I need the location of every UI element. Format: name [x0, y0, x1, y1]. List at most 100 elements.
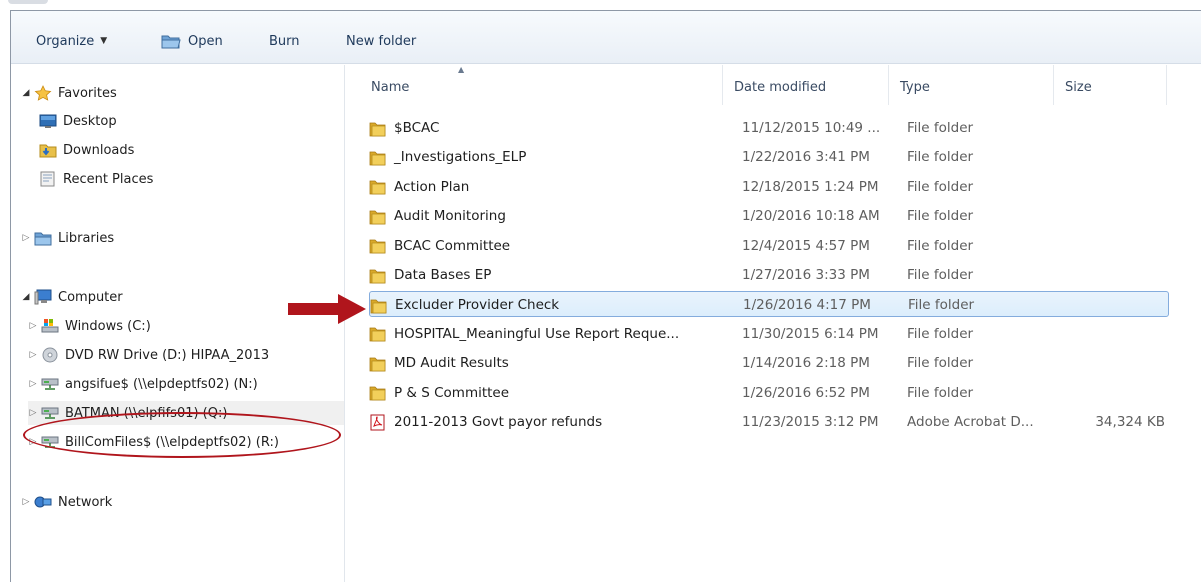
file-size	[1059, 115, 1165, 141]
network-icon	[34, 494, 52, 510]
file-size	[1059, 233, 1165, 259]
nav-network-label: Network	[58, 494, 113, 510]
nav-libraries[interactable]: ▷ Libraries	[21, 226, 114, 250]
network-drive-icon	[41, 376, 59, 392]
organize-label: Organize	[36, 33, 95, 49]
new-folder-button[interactable]: New folder	[346, 30, 416, 52]
column-header-name-label: Name	[371, 79, 410, 95]
nav-item-downloads[interactable]: Downloads	[39, 138, 134, 162]
collapsed-arrow-icon[interactable]: ▷	[28, 408, 38, 418]
nav-computer-label: Computer	[58, 289, 123, 305]
file-date: 1/22/2016 3:41 PM	[742, 149, 870, 166]
file-type: File folder	[907, 120, 974, 136]
dvd-drive-icon	[41, 347, 59, 363]
explorer-window: Organize ▼ Open Burn New folder ◢ Favori…	[10, 10, 1201, 582]
column-header-size[interactable]: Size	[1065, 75, 1092, 99]
file-name-cell: HOSPITAL_Meaningful Use Report Reque...	[369, 321, 679, 347]
table-row[interactable]: BCAC Committee 12/4/2015 4:57 PM File fold…	[369, 233, 1169, 259]
nav-item-dvd-drive[interactable]: ▷ DVD RW Drive (D:) HIPAA_2013	[28, 343, 269, 367]
table-row[interactable]: P & S Committee 1/26/2016 6:52 PM File fol…	[369, 380, 1169, 406]
chevron-down-icon: ▼	[100, 36, 108, 46]
folder-icon	[369, 384, 386, 401]
table-row[interactable]: MD Audit Results 1/14/2016 2:18 PM File fo…	[369, 350, 1169, 376]
nav-network[interactable]: ▷ Network	[21, 490, 113, 514]
file-name-cell: Action Plan	[369, 174, 469, 200]
file-name: 2011-2013 Govt payor refunds	[394, 414, 603, 430]
expanded-arrow-icon[interactable]: ◢	[21, 292, 31, 302]
table-row[interactable]: Audit Monitoring 1/20/2016 10:18 AM File f…	[369, 203, 1169, 229]
folder-icon	[369, 267, 386, 284]
open-button[interactable]: Open	[161, 30, 223, 52]
file-date: 1/20/2016 10:18 AM	[742, 208, 880, 225]
expanded-arrow-icon[interactable]: ◢	[21, 88, 31, 98]
table-row[interactable]: Excluder Provider Check 1/26/2016 4:17 PM…	[369, 291, 1169, 318]
table-row[interactable]: Data Bases EP 1/27/2016 3:33 PM File folde…	[369, 262, 1169, 288]
computer-icon	[34, 289, 52, 305]
table-row[interactable]: $BCAC 11/12/2015 10:49 ... File folder	[369, 115, 1169, 141]
downloads-icon	[39, 142, 57, 158]
recent-places-icon	[39, 171, 57, 187]
table-row[interactable]: 2011-2013 Govt payor refunds 11/23/2015 3…	[369, 409, 1169, 435]
file-name: Action Plan	[394, 178, 470, 195]
collapsed-arrow-icon[interactable]: ▷	[21, 233, 31, 243]
column-header-date[interactable]: Date modified	[734, 75, 826, 99]
command-bar: Organize ▼ Open Burn New folder	[11, 11, 1201, 64]
nav-favorites[interactable]: ◢ Favorites	[21, 81, 117, 105]
column-header-size-label: Size	[1065, 79, 1092, 95]
file-date: 12/18/2015 1:24 PM	[742, 178, 879, 195]
file-date: 1/26/2016 6:52 PM	[742, 384, 870, 401]
libraries-icon	[34, 230, 52, 246]
folder-icon	[369, 178, 386, 195]
nav-item-label: Windows (C:)	[65, 318, 151, 334]
table-row[interactable]: HOSPITAL_Meaningful Use Report Reque... 1…	[369, 321, 1169, 347]
collapsed-arrow-icon[interactable]: ▷	[28, 379, 38, 389]
nav-libraries-label: Libraries	[58, 230, 115, 246]
pdf-icon	[369, 414, 386, 431]
nav-favorites-label: Favorites	[58, 85, 117, 101]
window-controls-remnant	[8, 0, 48, 4]
file-size: 34,324 KB	[1095, 414, 1165, 430]
table-row[interactable]: Action Plan 12/18/2015 1:24 PM File folder	[369, 174, 1169, 200]
column-divider[interactable]	[1166, 65, 1167, 105]
file-size	[1059, 203, 1165, 229]
file-name: _Investigations_ELP	[394, 149, 527, 166]
file-size	[1059, 350, 1165, 376]
nav-item-recent-places[interactable]: Recent Places	[39, 167, 153, 191]
organize-button[interactable]: Organize ▼	[36, 30, 107, 52]
file-name-cell: _Investigations_ELP	[369, 144, 526, 170]
file-size	[1059, 380, 1165, 406]
burn-button[interactable]: Burn	[269, 30, 300, 52]
folder-icon	[369, 120, 386, 137]
open-label: Open	[188, 33, 223, 49]
file-name: $BCAC	[394, 120, 440, 136]
column-header-type[interactable]: Type	[900, 75, 930, 99]
nav-computer[interactable]: ◢ Computer	[21, 285, 123, 309]
table-row[interactable]: _Investigations_ELP 1/22/2016 3:41 PM File…	[369, 144, 1169, 170]
file-type: File folder	[907, 384, 974, 401]
nav-item-desktop[interactable]: Desktop	[39, 109, 117, 133]
file-name-cell: Audit Monitoring	[369, 203, 506, 229]
folder-icon	[370, 297, 387, 314]
column-divider[interactable]	[888, 65, 889, 105]
file-name: HOSPITAL_Meaningful Use Report Reque...	[394, 325, 680, 342]
file-type: File folder	[907, 355, 974, 372]
file-name-cell: BCAC Committee	[369, 233, 510, 259]
nav-item-angsifue-n[interactable]: ▷ angsifue$ (\\elpdeptfs02) (N:)	[28, 372, 258, 396]
column-divider[interactable]	[722, 65, 723, 105]
file-type: File folder	[907, 267, 974, 283]
file-size	[1059, 144, 1165, 170]
column-header-name[interactable]: Name	[371, 75, 409, 99]
column-divider[interactable]	[1053, 65, 1054, 105]
file-name: Audit Monitoring	[394, 208, 506, 225]
collapsed-arrow-icon[interactable]: ▷	[21, 497, 31, 507]
file-date: 11/12/2015 10:49 ...	[742, 120, 881, 136]
file-size	[1059, 174, 1165, 200]
nav-item-windows-c[interactable]: ▷ Windows (C:)	[28, 314, 151, 338]
file-size	[1060, 292, 1166, 318]
file-name: Data Bases EP	[394, 267, 492, 283]
file-type: File folder	[907, 178, 974, 195]
collapsed-arrow-icon[interactable]: ▷	[28, 321, 38, 331]
file-type: File folder	[907, 208, 974, 225]
sort-ascending-icon: ▲	[458, 65, 465, 74]
collapsed-arrow-icon[interactable]: ▷	[28, 350, 38, 360]
